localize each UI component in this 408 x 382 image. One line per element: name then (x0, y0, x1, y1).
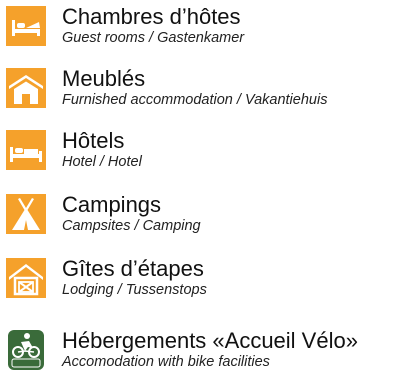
item-subtitle: Guest rooms / Gastenkamer (62, 30, 245, 46)
item-subtitle: Lodging / Tussenstops (62, 282, 207, 298)
item-title: Hôtels (62, 128, 125, 153)
item-title: Campings (62, 192, 162, 217)
house-icon (6, 68, 46, 108)
item-subtitle: Accomodation with bike facilities (62, 354, 270, 370)
legend-item-accueil-velo: Hébergements «Accueil Vélo» Accomodation… (0, 328, 408, 382)
legend-item-campings: Campings Campsites / Camping (0, 192, 408, 246)
cyclist-icon (6, 330, 46, 370)
hotel-bed-icon (6, 130, 46, 170)
item-subtitle: Campsites / Camping (62, 218, 201, 234)
tent-icon (6, 194, 46, 234)
bed-icon (6, 6, 46, 46)
legend-item-chambres-hotes: Chambres d’hôtes Guest rooms / Gastenkam… (0, 4, 408, 58)
item-title: Meublés (62, 66, 146, 91)
item-subtitle: Hotel / Hotel (62, 154, 142, 170)
legend-item-hotels: Hôtels Hotel / Hotel (0, 128, 408, 182)
item-title: Chambres d’hôtes (62, 4, 241, 29)
legend-item-gites-etapes: Gîtes d’étapes Lodging / Tussenstops (0, 256, 408, 310)
cabin-icon (6, 258, 46, 298)
item-title: Gîtes d’étapes (62, 256, 204, 281)
item-title: Hébergements «Accueil Vélo» (62, 328, 358, 353)
item-subtitle: Furnished accommodation / Vakantiehuis (62, 92, 328, 108)
legend-item-meubles: Meublés Furnished accommodation / Vakant… (0, 66, 408, 120)
